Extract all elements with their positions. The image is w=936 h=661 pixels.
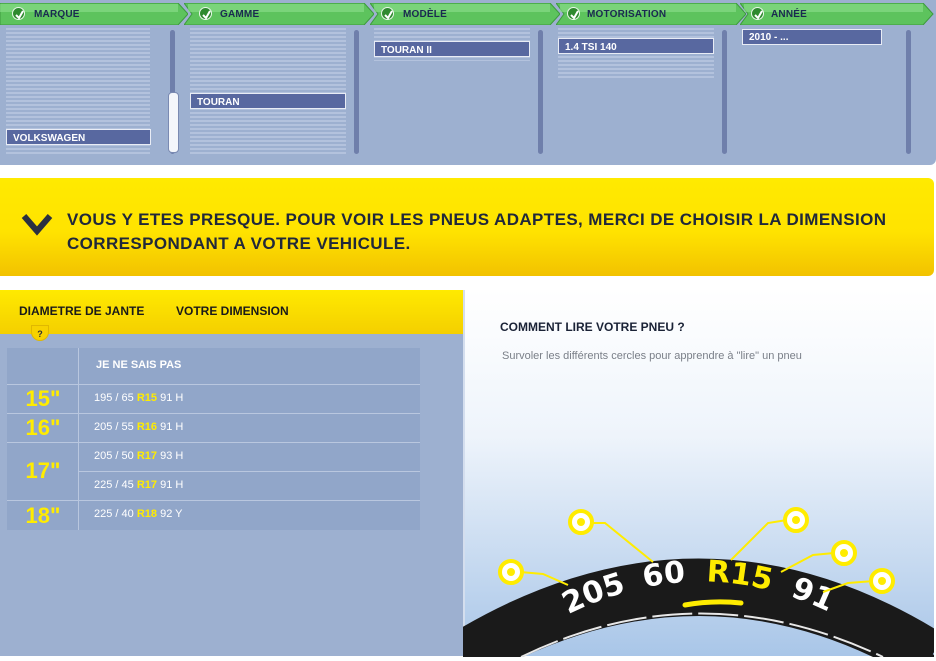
callout-width-circle[interactable] (498, 559, 524, 585)
step-label: ANNÉE (771, 9, 808, 20)
check-icon (12, 7, 25, 20)
check-icon (751, 7, 764, 20)
annee-list[interactable]: 2010 - ... (742, 28, 882, 48)
modele-scrollbar[interactable] (538, 30, 543, 154)
motorisation-scrollbar[interactable] (722, 30, 727, 154)
check-icon (381, 7, 394, 20)
callout-load-circle[interactable] (831, 540, 857, 566)
step-motorisation[interactable]: MOTORISATION (556, 3, 746, 25)
marque-scrollbar-thumb[interactable] (168, 92, 179, 153)
dimension-option[interactable]: 225 / 45 R17 91 H (94, 479, 183, 491)
step-modele[interactable]: MODÈLE (370, 3, 560, 25)
gamme-scrollbar[interactable] (354, 30, 359, 154)
marque-list[interactable]: VOLKSWAGEN (6, 28, 151, 156)
marking-ratio[interactable]: 60 (640, 555, 687, 595)
motorisation-list[interactable]: 1.4 TSI 140 (558, 28, 714, 78)
tab-votre-dimension[interactable]: VOTRE DIMENSION (176, 304, 289, 318)
step-bar: MARQUE GAMME MODÈLE MOTORISATION ANNÉE (0, 3, 936, 25)
marque-selected[interactable]: VOLKSWAGEN (6, 129, 151, 145)
dimension-option[interactable]: 225 / 40 R18 92 Y (94, 508, 183, 520)
callout-ratio-circle[interactable] (568, 509, 594, 535)
step-label: GAMME (220, 9, 260, 20)
step-label: MARQUE (34, 9, 80, 20)
check-icon (199, 7, 212, 20)
tab-diametre-de-jante[interactable]: DIAMETRE DE JANTE (19, 304, 144, 318)
step-label: MOTORISATION (587, 9, 667, 20)
modele-selected[interactable]: TOURAN II (374, 41, 530, 57)
dimension-option[interactable]: 195 / 65 R15 91 H (94, 392, 183, 404)
dimension-option[interactable]: 205 / 50 R17 93 H (94, 450, 183, 462)
annee-selected[interactable]: 2010 - ... (742, 29, 882, 45)
modele-list[interactable]: TOURAN II (374, 28, 530, 61)
annee-scrollbar[interactable] (906, 30, 911, 154)
tyre-help-title: COMMENT LIRE VOTRE PNEU ? (500, 320, 685, 334)
step-gamme[interactable]: GAMME (184, 3, 374, 25)
tyre-help-subtitle: Survoler les différents cercles pour app… (502, 350, 802, 362)
dimension-option[interactable]: 205 / 55 R16 91 H (94, 421, 183, 433)
tyre-diagram: 205 60 R15 91 H (463, 490, 934, 657)
step-label: MODÈLE (403, 9, 447, 20)
instruction-text: VOUS Y ETES PRESQUE. POUR VOIR LES PNEUS… (67, 210, 887, 253)
callout-rim-circle[interactable] (783, 507, 809, 533)
gamme-list[interactable]: TOURAN (190, 28, 346, 156)
diameter-15[interactable]: 15" (7, 386, 79, 412)
step-marque[interactable]: MARQUE (0, 3, 188, 25)
vehicle-selector: MARQUE GAMME MODÈLE MOTORISATION ANNÉE V… (0, 0, 936, 165)
check-icon (567, 7, 580, 20)
diameter-18[interactable]: 18" (7, 503, 79, 529)
chevron-down-icon (21, 214, 53, 236)
unknown-dimension-option[interactable]: JE NE SAIS PAS (96, 359, 181, 371)
callout-speed-circle[interactable] (869, 568, 895, 594)
page-bottom (0, 657, 936, 661)
marking-speed[interactable]: H (463, 490, 476, 498)
diameter-16[interactable]: 16" (7, 415, 79, 441)
motorisation-selected[interactable]: 1.4 TSI 140 (558, 38, 714, 54)
gamme-selected[interactable]: TOURAN (190, 93, 346, 109)
diameter-17[interactable]: 17" (7, 458, 79, 484)
step-annee[interactable]: ANNÉE (740, 3, 936, 25)
